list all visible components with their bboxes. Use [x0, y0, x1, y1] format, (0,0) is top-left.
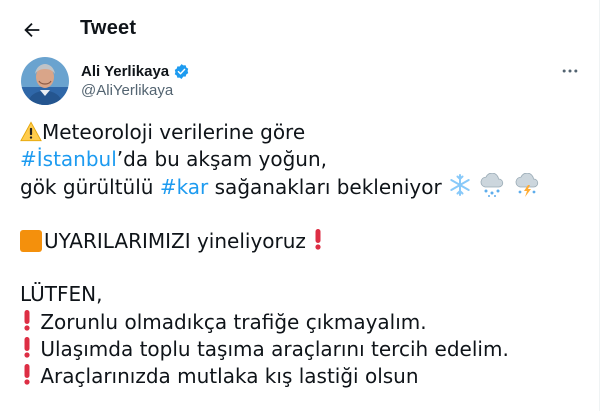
snowflake-icon: [450, 174, 470, 196]
header: Tweet: [0, 0, 600, 60]
tweet-text-uyarilar: UYARILARIMIZI yineliyoruz: [44, 229, 306, 253]
tweet-text-saganak: sağanakları bekleniyor: [208, 175, 442, 199]
list-item-text: Zorunlu olmadıkça trafiğe çıkmayalım.: [40, 310, 427, 334]
tweet-line-2: #İstanbul’da bu akşam yoğun,: [20, 146, 327, 173]
tweet-line-4: UYARILARIMIZI yineliyoruz: [20, 227, 324, 254]
tweet-text-aksam: ’da bu akşam yoğun,: [116, 147, 328, 171]
tweet-line-1: Meteoroloji verilerine göre: [20, 119, 305, 146]
avatar[interactable]: [21, 57, 69, 105]
tweet-line-5: LÜTFEN,: [20, 281, 102, 308]
hashtag-kar[interactable]: #kar: [160, 175, 208, 199]
cloud-lightning-snow-icon: [515, 173, 538, 197]
exclamation-icon: [315, 229, 321, 250]
list-item: Ulaşımda toplu taşıma araçlarını tercih …: [20, 335, 509, 362]
tweet-text-lutfen: LÜTFEN,: [20, 282, 103, 306]
back-button[interactable]: [18, 16, 46, 44]
tweet-text-gok: gök gürültülü: [20, 175, 160, 199]
hashtag-istanbul[interactable]: #İstanbul: [20, 147, 117, 171]
author-name-row: Ali Yerlikaya: [81, 61, 190, 81]
tweet-page: Tweet Ali Yerlikaya @AliYerlikaya Meteor…: [0, 0, 600, 411]
more-options-icon: [562, 69, 578, 73]
cloud-snow-icon: [481, 173, 504, 197]
verified-badge-icon: [174, 63, 189, 79]
author-name[interactable]: Ali Yerlikaya: [81, 63, 169, 80]
orange-square-icon: [20, 230, 42, 252]
tweet-text-meteoroloji: Meteoroloji verilerine göre: [42, 120, 306, 144]
author-handle[interactable]: @AliYerlikaya: [81, 82, 173, 99]
list-item: Araçlarınızda mutlaka kış lastiği olsun: [20, 362, 419, 389]
warning-icon: [20, 121, 42, 142]
tweet-line-3: gök gürültülü #kar sağanakları bekleniyo…: [20, 173, 541, 200]
more-options-button[interactable]: [556, 60, 584, 82]
back-arrow-icon: [24, 22, 40, 38]
exclamation-icon: [24, 364, 30, 385]
list-item-text: Araçlarınızda mutlaka kış lastiği olsun: [40, 364, 419, 388]
exclamation-icon: [24, 310, 30, 331]
exclamation-icon: [24, 337, 30, 358]
page-title: Tweet: [80, 17, 137, 39]
list-item-text: Ulaşımda toplu taşıma araçlarını tercih …: [40, 337, 509, 361]
list-item: Zorunlu olmadıkça trafiğe çıkmayalım.: [20, 308, 427, 335]
